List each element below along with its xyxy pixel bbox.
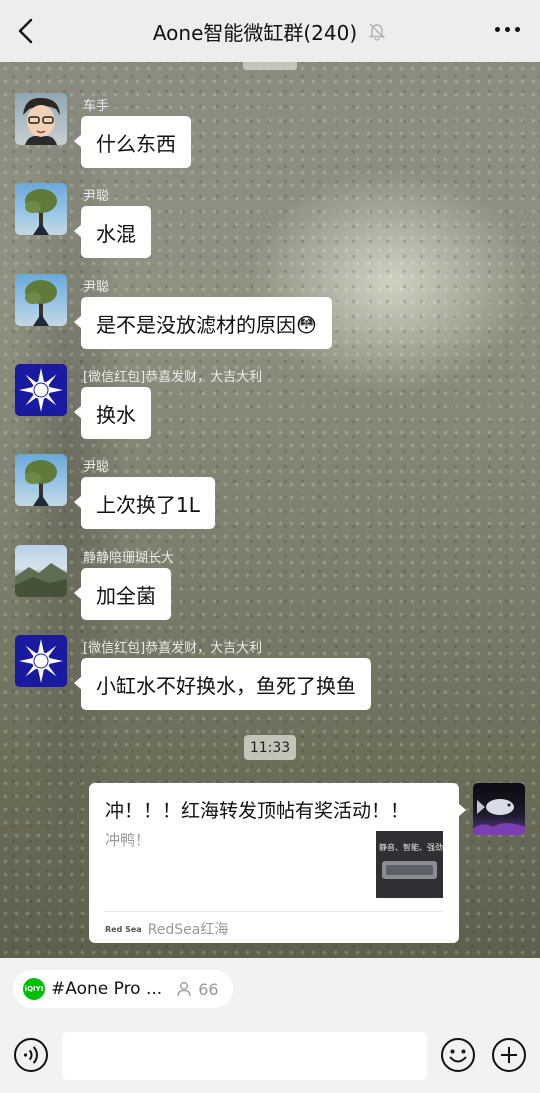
message-bubble[interactable]: 小缸水不好换水，鱼死了换鱼 (74, 658, 371, 710)
emoji-icon[interactable] (440, 1037, 476, 1073)
chat-header: Aone智能微缸群(240) (0, 0, 540, 62)
chat-area[interactable]: 车手 什么东西 尹聪 水混 尹聪 是不是没放滤材的原因😳 [微信红包]恭喜发财，… (0, 62, 540, 958)
bottom-panel: iQIYI #Aone Pro ... 66 (0, 958, 540, 1093)
avatar-cartoon-driver[interactable] (15, 93, 67, 145)
card-title: 冲！！！红海转发顶帖有奖活动！！ (105, 800, 410, 822)
message-bubble[interactable]: 是不是没放滤材的原因😳 (74, 297, 332, 349)
chat-title: Aone智能微缸群(240) (152, 20, 358, 45)
shared-link-card[interactable]: 冲！！！红海转发顶帖有奖活动！！ 冲鸭！ 静音、智能、强劲 Red Sea Re… (89, 783, 466, 943)
message-bubble[interactable]: 水混 (74, 206, 151, 258)
chevron-left-icon[interactable] (14, 17, 40, 45)
avatar-fish[interactable] (473, 783, 525, 835)
plus-icon[interactable] (491, 1037, 527, 1073)
avatar-mountain[interactable] (15, 545, 67, 597)
sender-name: 尹聪 (83, 189, 110, 204)
title-group: Aone智能微缸群(240) (153, 17, 387, 46)
sender-name: 尹聪 (83, 460, 110, 475)
card-source: Red Sea RedSea红海 (105, 919, 228, 939)
channel-name: #Aone Pro ... (51, 979, 163, 999)
channel-live-pill[interactable]: iQIYI #Aone Pro ... 66 (13, 970, 233, 1008)
message-bubble[interactable]: 加全菌 (74, 568, 171, 620)
card-thumbnail: 静音、智能、强劲 (376, 831, 443, 898)
viewer-count: 66 (198, 979, 219, 999)
message-bubble[interactable]: 换水 (74, 387, 151, 439)
avatar-flag[interactable] (15, 364, 67, 416)
more-dots-icon[interactable] (495, 27, 520, 32)
voice-icon[interactable] (13, 1037, 49, 1073)
avatar-tree[interactable] (15, 274, 67, 326)
sender-name: 静静陪珊瑚长大 (83, 551, 175, 566)
message-bubble[interactable]: 上次换了1L (74, 477, 215, 529)
message-input[interactable] (62, 1032, 427, 1080)
time-divider: 11:33 (244, 735, 296, 760)
sender-name: [微信红包]恭喜发财，大吉大利 (83, 370, 263, 385)
card-thumbnail-caption: 静音、智能、强劲 (379, 843, 443, 852)
card-description: 冲鸭！ (105, 831, 151, 849)
time-divider-partial (243, 62, 297, 70)
sender-name: 车手 (83, 99, 110, 114)
message-bubble[interactable]: 什么东西 (74, 116, 191, 168)
avatar-flag[interactable] (15, 635, 67, 687)
avatar-tree[interactable] (15, 454, 67, 506)
sender-name: [微信红包]恭喜发财，大吉大利 (83, 641, 263, 656)
bell-muted-icon (368, 23, 386, 41)
sender-name: 尹聪 (83, 280, 110, 295)
person-icon (177, 982, 191, 997)
redsea-logo: Red Sea (105, 924, 142, 934)
iqiyi-icon: iQIYI (23, 978, 45, 1000)
card-divider (105, 911, 443, 912)
avatar-tree[interactable] (15, 183, 67, 235)
card-source-name: RedSea红海 (147, 922, 229, 938)
